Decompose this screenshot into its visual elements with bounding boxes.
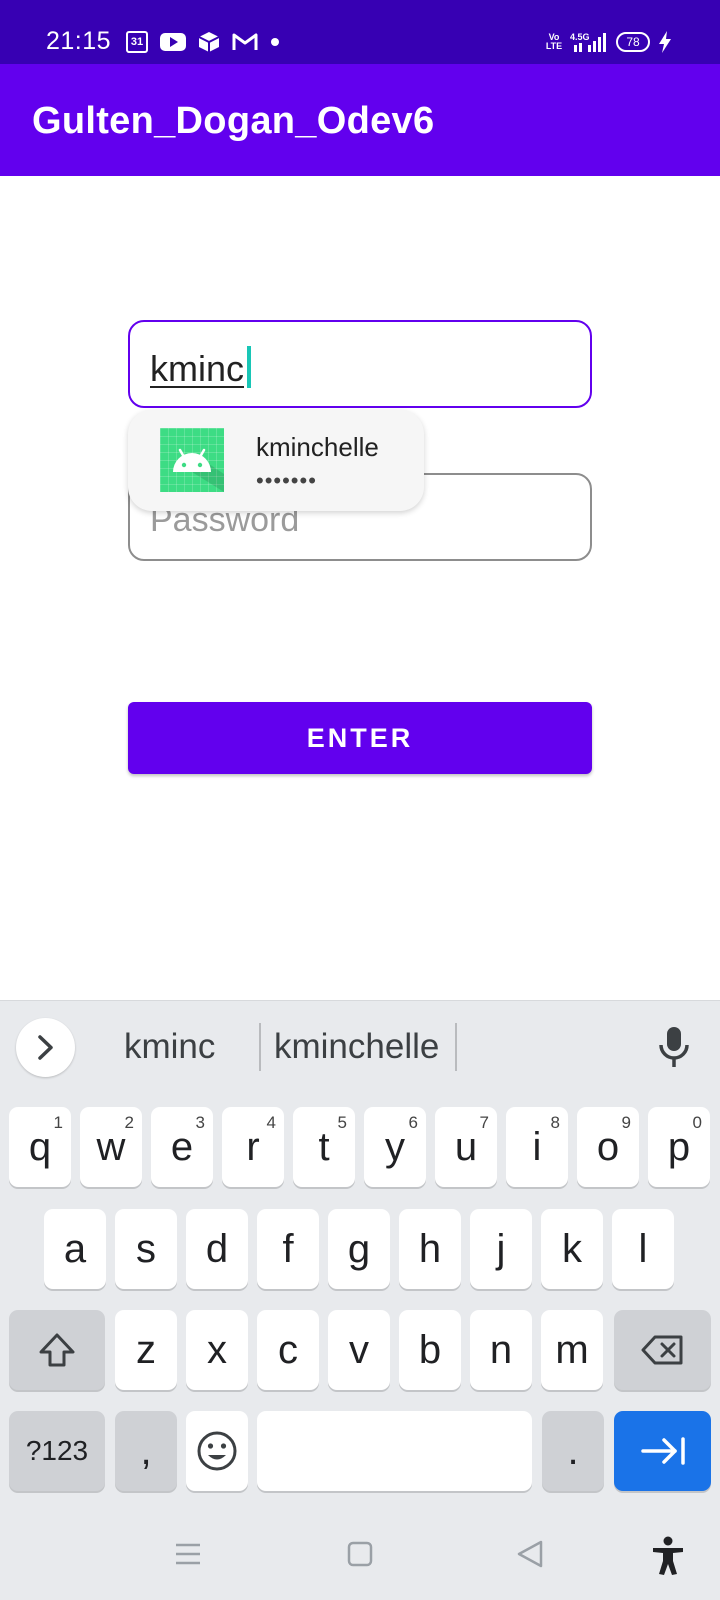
status-bar: 21:15 31 Vo LTE 4.5G 78	[0, 0, 720, 64]
key-w[interactable]: w2	[80, 1107, 142, 1187]
key-q[interactable]: q1	[9, 1107, 71, 1187]
period-key[interactable]: .	[542, 1411, 604, 1491]
key-n[interactable]: n	[470, 1310, 532, 1390]
emoji-key[interactable]	[186, 1411, 248, 1491]
key-c[interactable]: c	[257, 1310, 319, 1390]
suggestion-divider	[455, 1023, 457, 1071]
key-s[interactable]: s	[115, 1209, 177, 1289]
chevron-right-icon	[38, 1035, 53, 1060]
key-label: r	[246, 1125, 260, 1169]
screen: 21:15 31 Vo LTE 4.5G 78 Gulten_Dogan_Ode…	[0, 0, 720, 1600]
key-label: o	[596, 1125, 620, 1169]
key-i[interactable]: i8	[506, 1107, 568, 1187]
shift-key[interactable]	[9, 1310, 105, 1390]
text-cursor	[247, 346, 251, 388]
suggestions-expand-button[interactable]	[16, 1018, 75, 1077]
key-label: i	[532, 1125, 542, 1169]
autofill-username: kminchelle	[256, 432, 379, 462]
suggestion-1[interactable]: kminc	[124, 1027, 215, 1067]
key-hint: 5	[337, 1113, 347, 1132]
key-e[interactable]: e3	[151, 1107, 213, 1187]
key-hint: 4	[266, 1113, 276, 1132]
enter-button[interactable]: ENTER	[128, 702, 592, 774]
backspace-key[interactable]	[614, 1310, 711, 1390]
key-u[interactable]: u7	[435, 1107, 497, 1187]
key-v[interactable]: v	[328, 1310, 390, 1390]
system-icons: Vo LTE 4.5G 78	[546, 31, 672, 53]
network-type-label: 4.5G	[570, 32, 590, 42]
shift-icon	[39, 1333, 75, 1367]
key-label: u	[454, 1125, 478, 1169]
notification-icons: 31	[126, 31, 280, 53]
key-z[interactable]: z	[115, 1310, 177, 1390]
key-a[interactable]: a	[44, 1209, 106, 1289]
android-icon	[160, 428, 224, 492]
box-icon	[198, 31, 220, 53]
charging-icon	[658, 31, 672, 53]
space-key[interactable]	[257, 1411, 532, 1491]
key-b[interactable]: b	[399, 1310, 461, 1390]
key-hint: 6	[408, 1113, 418, 1132]
back-nav-icon[interactable]	[516, 1539, 544, 1574]
key-hint: 2	[124, 1113, 134, 1132]
key-label: y	[385, 1125, 405, 1169]
key-hint: 7	[479, 1113, 489, 1132]
app-bar: Gulten_Dogan_Odev6	[0, 64, 720, 176]
app-title: Gulten_Dogan_Odev6	[32, 100, 435, 142]
accessibility-icon[interactable]	[651, 1536, 685, 1581]
menu-nav-icon[interactable]	[173, 1541, 203, 1572]
tab-next-icon	[640, 1437, 685, 1465]
suggestion-2[interactable]: kminchelle	[274, 1027, 439, 1067]
gmail-icon	[232, 32, 258, 52]
signal-icon: 4.5G	[570, 31, 608, 53]
key-d[interactable]: d	[186, 1209, 248, 1289]
key-h[interactable]: h	[399, 1209, 461, 1289]
key-g[interactable]: g	[328, 1209, 390, 1289]
key-o[interactable]: o9	[577, 1107, 639, 1187]
key-label: p	[667, 1125, 691, 1169]
username-input[interactable]: kminc	[128, 320, 592, 408]
username-value: kminc	[150, 348, 245, 389]
next-field-key[interactable]	[614, 1411, 711, 1491]
key-label: q	[28, 1125, 52, 1169]
key-l[interactable]: l	[612, 1209, 674, 1289]
key-p[interactable]: p0	[648, 1107, 710, 1187]
key-label: e	[170, 1125, 194, 1169]
emoji-icon	[197, 1431, 237, 1471]
key-y[interactable]: y6	[364, 1107, 426, 1187]
suggestion-divider	[259, 1023, 261, 1071]
key-k[interactable]: k	[541, 1209, 603, 1289]
volte-icon: Vo LTE	[545, 32, 563, 51]
key-hint: 3	[195, 1113, 205, 1132]
key-m[interactable]: m	[541, 1310, 603, 1390]
symbols-key[interactable]: ?123	[9, 1411, 105, 1491]
autofill-suggestion[interactable]: kminchelle •••••••	[128, 410, 424, 511]
key-t[interactable]: t5	[293, 1107, 355, 1187]
key-hint: 9	[621, 1113, 631, 1132]
key-label: w	[96, 1125, 126, 1169]
soft-keyboard: kminc kminchelle q1 w2 e3 r4 t5 y6 u7 i8…	[0, 1000, 720, 1600]
comma-key[interactable]: ,	[115, 1411, 177, 1491]
status-time: 21:15	[46, 27, 112, 55]
autofill-password-mask: •••••••	[256, 468, 317, 493]
key-f[interactable]: f	[257, 1209, 319, 1289]
key-x[interactable]: x	[186, 1310, 248, 1390]
backspace-icon	[641, 1335, 682, 1365]
key-j[interactable]: j	[470, 1209, 532, 1289]
key-hint: 8	[550, 1113, 560, 1132]
home-nav-icon[interactable]	[347, 1541, 373, 1572]
dot-icon	[270, 37, 280, 47]
key-label: t	[318, 1125, 330, 1169]
key-r[interactable]: r4	[222, 1107, 284, 1187]
battery-icon: 78	[616, 32, 650, 52]
key-hint: 1	[53, 1113, 63, 1132]
youtube-icon	[160, 32, 186, 52]
calendar-icon: 31	[126, 31, 148, 53]
mic-icon[interactable]	[656, 1025, 692, 1069]
key-hint: 0	[692, 1113, 702, 1132]
